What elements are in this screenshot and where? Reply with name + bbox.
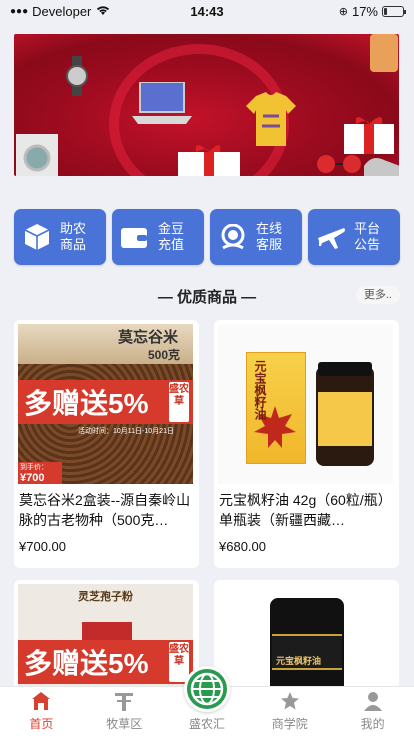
airplane-icon xyxy=(316,222,346,252)
more-button[interactable]: 更多.. xyxy=(355,286,400,304)
product-image-sub: 500克 xyxy=(148,348,181,362)
product-card[interactable]: 元宝枫籽油 元宝枫籽油 42g（60粒/瓶）单瓶装（新疆西藏… ¥680.00 xyxy=(214,320,399,568)
product-image-heading: 莫忘谷米 xyxy=(118,329,179,346)
promo-band: 多赠送5% 盛农草 xyxy=(18,640,193,684)
promo-tag: 盛农草 xyxy=(169,642,189,682)
section-title: — 优质商品 — xyxy=(157,289,257,306)
product-image-date: 活动时间：10月11日-10月21日 xyxy=(78,428,174,435)
quick-actions: 助农商品 金豆充值 在线客服 平台公告 xyxy=(14,209,400,265)
quick-action-label: 金豆充值 xyxy=(157,221,184,252)
carrier-name: Developer xyxy=(32,3,92,19)
product-image-heading: 元宝枫籽油 xyxy=(253,360,267,420)
banner-shoe-image xyxy=(364,158,399,176)
package-icon xyxy=(22,222,52,252)
promo-text: 多赠送5% xyxy=(24,648,149,679)
promo-text: 多赠送5% xyxy=(24,388,149,419)
tab-label: 盛农汇 xyxy=(188,717,225,731)
tab-pasture[interactable]: 牧草区 xyxy=(83,687,166,736)
banner-watch-image xyxy=(66,56,88,96)
quick-action-recharge[interactable]: 金豆充值 xyxy=(112,209,204,265)
globe-icon[interactable] xyxy=(184,666,230,712)
product-image-heading: 元宝枫籽油 xyxy=(276,656,322,666)
product-image: 莫忘谷米 500克 多赠送5% 盛农草 活动时间：10月11日-10月21日 到… xyxy=(18,324,193,484)
grass-icon xyxy=(113,690,135,712)
tab-label: 商学院 xyxy=(271,717,308,731)
product-image: 元宝枫籽油 xyxy=(218,324,393,484)
product-image-price: ¥700 xyxy=(20,472,45,484)
tab-label: 牧草区 xyxy=(106,717,143,731)
banner-jersey-image xyxy=(246,92,296,146)
banner-gift-right-image xyxy=(344,117,394,154)
quick-action-label: 平台公告 xyxy=(353,221,380,252)
product-image-price-box: 到手价： ¥700 xyxy=(18,462,62,484)
quick-action-announcement[interactable]: 平台公告 xyxy=(308,209,400,265)
lock-rotation-icon: ⊕ xyxy=(338,5,348,18)
product-card[interactable]: 莫忘谷米 500克 多赠送5% 盛农草 活动时间：10月11日-10月21日 到… xyxy=(14,320,199,568)
banner-laptop-image xyxy=(132,82,192,124)
wallet-icon xyxy=(120,222,150,252)
battery-icon xyxy=(382,5,406,17)
customer-service-icon xyxy=(218,222,248,252)
tab-home[interactable]: 首页 xyxy=(0,687,83,736)
tab-mine[interactable]: 我的 xyxy=(331,687,414,736)
quick-action-farm-goods[interactable]: 助农商品 xyxy=(14,209,106,265)
product-image-price-label: 到手价： xyxy=(20,464,48,471)
battery-percent: 17% xyxy=(351,3,378,19)
user-icon xyxy=(362,690,384,712)
banner-gift-image xyxy=(178,145,240,176)
product-price: ¥680.00 xyxy=(219,539,266,554)
quick-action-label: 助农商品 xyxy=(59,221,86,252)
banner-washer-image xyxy=(16,134,58,176)
promo-tag: 盛农草 xyxy=(169,382,189,422)
banner-glasses-image xyxy=(317,155,361,173)
promo-banner[interactable] xyxy=(14,34,399,176)
status-bar: ●●● Developer 14:43 ⊕ 17% xyxy=(0,0,414,22)
promo-band: 多赠送5% 盛农草 xyxy=(18,380,193,424)
status-time: 14:43 xyxy=(190,3,224,19)
product-title: 莫忘谷米2盒装--源自秦岭山脉的古老物种（500克… xyxy=(19,492,191,528)
tab-academy[interactable]: 商学院 xyxy=(248,687,331,736)
quick-action-customer-service[interactable]: 在线客服 xyxy=(210,209,302,265)
tab-label: 我的 xyxy=(360,717,385,731)
tab-label: 首页 xyxy=(29,717,54,731)
home-icon xyxy=(30,690,52,712)
signal-icon: ●●● xyxy=(10,5,29,17)
product-price: ¥700.00 xyxy=(19,539,66,554)
banner-phone-image xyxy=(370,34,398,72)
wifi-icon xyxy=(95,4,111,19)
product-title: 元宝枫籽油 42g（60粒/瓶）单瓶装（新疆西藏… xyxy=(219,492,392,528)
product-image-heading: 灵芝孢子粉 xyxy=(78,591,133,603)
star-icon xyxy=(279,690,301,712)
quick-action-label: 在线客服 xyxy=(255,221,282,252)
